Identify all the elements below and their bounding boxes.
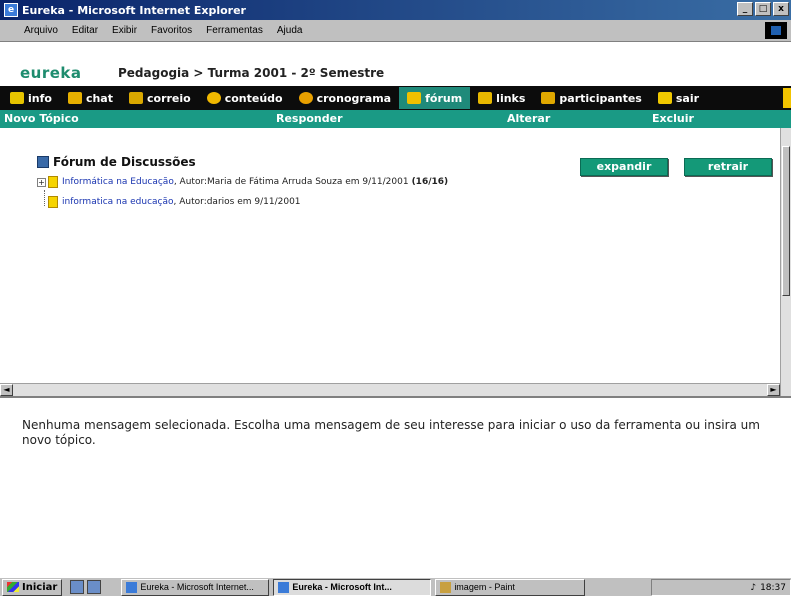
nav-label: participantes xyxy=(559,91,642,105)
windows-flag-icon xyxy=(7,582,19,592)
topic-count: (16/16) xyxy=(411,177,449,187)
content-icon xyxy=(206,92,221,104)
document-icon xyxy=(48,176,58,188)
windows-taskbar: Iniciar Eureka - Microsoft Internet... E… xyxy=(0,577,791,596)
breadcrumb: Pedagogia > Turma 2001 - 2º Semestre xyxy=(118,66,385,80)
participants-icon xyxy=(541,92,556,104)
menu-arquivo[interactable]: Arquivo xyxy=(24,25,58,36)
taskbar-task[interactable]: imagem - Paint xyxy=(435,578,586,596)
exit-icon xyxy=(657,92,672,104)
no-message-text: Nenhuma mensagem selecionada. Escolha um… xyxy=(22,418,760,447)
eureka-logo: eureka xyxy=(20,64,82,82)
task-label: Eureka - Microsoft Int... xyxy=(292,582,392,592)
app-header: eureka Pedagogia > Turma 2001 - 2º Semes… xyxy=(0,42,791,86)
nav-info[interactable]: info xyxy=(2,87,60,109)
window-controls: _ □ x xyxy=(737,2,789,16)
expand-button[interactable]: expandir xyxy=(580,158,668,176)
internet-explorer-icon xyxy=(278,581,290,593)
clock-icon xyxy=(298,92,313,104)
tree-row[interactable]: + Informática na Educação , Autor:Maria … xyxy=(37,176,448,188)
nav-participantes[interactable]: participantes xyxy=(533,87,649,109)
topic-meta: , Autor:darios em 9/11/2001 xyxy=(173,197,301,207)
nav-label: cronograma xyxy=(316,91,392,105)
main-nav: info chat correio conteúdo cronograma fó… xyxy=(0,86,791,110)
reply-button[interactable]: Responder xyxy=(276,112,343,125)
close-button[interactable]: x xyxy=(773,2,789,16)
speaker-icon[interactable]: ♪ xyxy=(750,583,756,593)
info-icon xyxy=(10,92,24,104)
menu-ferramentas[interactable]: Ferramentas xyxy=(206,25,263,36)
links-icon xyxy=(478,92,493,104)
tree-connector xyxy=(44,190,45,206)
nav-sair[interactable]: sair xyxy=(650,87,707,109)
nav-links[interactable]: links xyxy=(470,87,533,109)
horizontal-scrollbar[interactable]: ◄ ► xyxy=(0,383,780,396)
start-button[interactable]: Iniciar xyxy=(2,578,63,596)
nav-label: info xyxy=(28,91,52,105)
nav-label: sair xyxy=(675,91,700,105)
forum-folder-icon xyxy=(37,156,49,168)
forum-actionbar: Novo Tópico Responder Alterar Excluir xyxy=(0,110,791,128)
collapse-button[interactable]: retrair xyxy=(684,158,772,176)
forum-title: Fórum de Discussões xyxy=(37,155,196,169)
start-label: Iniciar xyxy=(22,581,58,593)
document-icon xyxy=(48,196,58,208)
chat-icon xyxy=(67,92,82,104)
quick-launch xyxy=(70,580,102,594)
browser-icon[interactable] xyxy=(87,580,102,594)
topic-meta: , Autor:Maria de Fátima Arruda Souza em … xyxy=(173,177,409,187)
delete-button[interactable]: Excluir xyxy=(652,112,694,125)
nav-correio[interactable]: correio xyxy=(121,87,199,109)
windows-logo-icon xyxy=(765,22,787,39)
forum-icon xyxy=(407,92,422,104)
nav-label: links xyxy=(496,91,526,105)
forum-title-text: Fórum de Discussões xyxy=(53,155,196,169)
scrollbar-thumb[interactable] xyxy=(782,146,790,296)
nav-cronograma[interactable]: cronograma xyxy=(291,87,400,109)
message-pane: Nenhuma mensagem selecionada. Escolha um… xyxy=(0,396,791,577)
scroll-left-icon[interactable]: ◄ xyxy=(0,384,13,396)
internet-explorer-icon xyxy=(126,581,138,593)
new-topic-button[interactable]: Novo Tópico xyxy=(4,112,79,125)
desktop-icon[interactable] xyxy=(70,580,85,594)
nav-label: correio xyxy=(147,91,191,105)
browser-menubar: Arquivo Editar Exibir Favoritos Ferramen… xyxy=(0,20,791,42)
mail-icon xyxy=(129,92,143,104)
nav-label: chat xyxy=(85,91,113,105)
nav-conteudo[interactable]: conteúdo xyxy=(199,87,291,109)
taskbar-task[interactable]: Eureka - Microsoft Internet... xyxy=(121,578,270,596)
paint-icon xyxy=(440,581,452,593)
internet-explorer-icon: e xyxy=(4,3,18,17)
clock: 18:37 xyxy=(760,582,786,593)
window-title: Eureka - Microsoft Internet Explorer xyxy=(22,3,246,17)
topic-link[interactable]: informatica na educação xyxy=(62,197,174,207)
nav-label: fórum xyxy=(425,91,463,105)
nav-label: conteúdo xyxy=(224,91,283,105)
tree-row[interactable]: informatica na educação , Autor:darios e… xyxy=(48,196,301,208)
vertical-scrollbar[interactable] xyxy=(780,128,791,396)
nav-forum[interactable]: fórum xyxy=(399,87,471,109)
task-label: imagem - Paint xyxy=(454,582,515,592)
scroll-right-icon[interactable]: ► xyxy=(767,384,780,396)
menu-ajuda[interactable]: Ajuda xyxy=(277,25,303,36)
task-label: Eureka - Microsoft Internet... xyxy=(140,582,254,592)
expand-node-icon[interactable]: + xyxy=(37,177,46,187)
minimize-button[interactable]: _ xyxy=(737,2,753,16)
taskbar-task-active[interactable]: Eureka - Microsoft Int... xyxy=(273,578,432,596)
topic-link[interactable]: Informática na Educação xyxy=(62,177,174,187)
nav-chat[interactable]: chat xyxy=(60,87,121,109)
system-tray: ♪ 18:37 xyxy=(651,579,791,596)
menu-favoritos[interactable]: Favoritos xyxy=(151,25,192,36)
maximize-button[interactable]: □ xyxy=(755,2,771,16)
menu-exibir[interactable]: Exibir xyxy=(112,25,137,36)
forum-tree-pane: Fórum de Discussões expandir retrair + I… xyxy=(0,128,780,383)
nav-edge-decoration xyxy=(783,88,791,108)
menu-editar[interactable]: Editar xyxy=(72,25,98,36)
edit-button[interactable]: Alterar xyxy=(507,112,550,125)
window-titlebar: e Eureka - Microsoft Internet Explorer _… xyxy=(0,0,791,20)
